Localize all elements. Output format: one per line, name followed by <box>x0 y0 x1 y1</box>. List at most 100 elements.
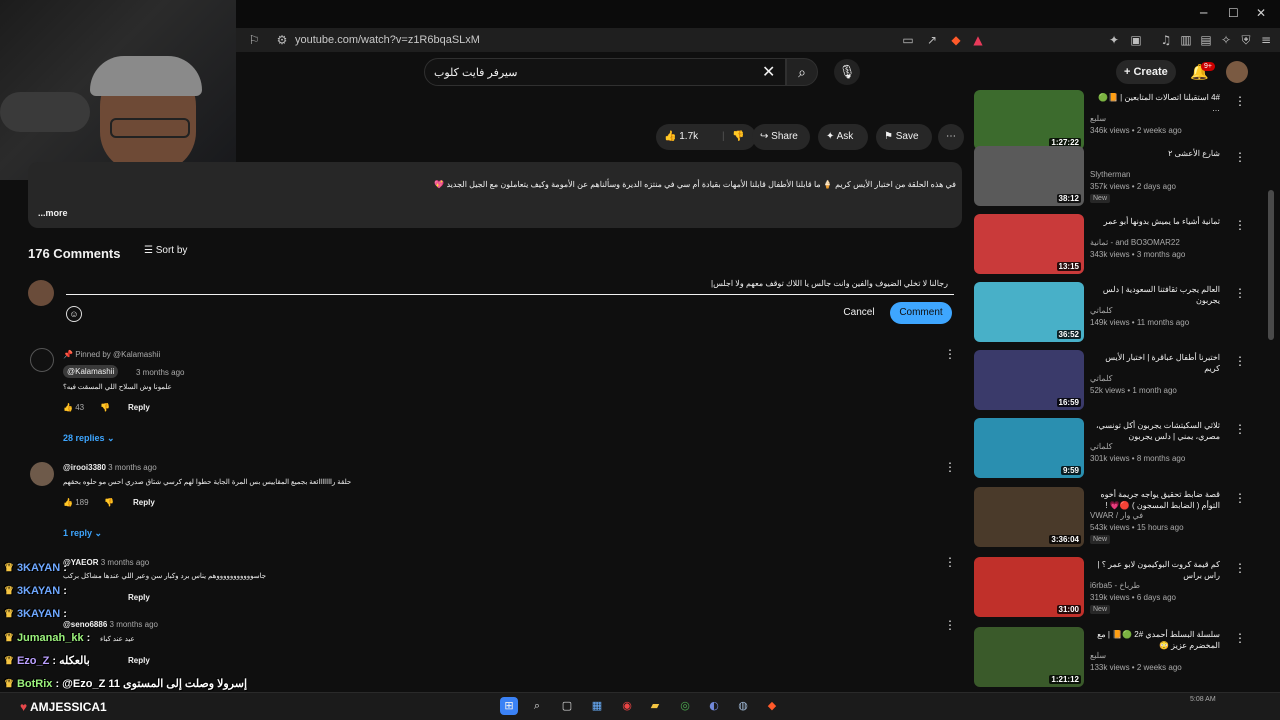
site-info-icon[interactable]: ⚙ <box>274 32 290 48</box>
clear-search-icon[interactable]: ✕ <box>762 62 775 82</box>
video-thumbnail[interactable]: 38:12 <box>974 146 1084 206</box>
page-scrollbar[interactable] <box>1268 190 1274 340</box>
share-button[interactable]: ↪ Share <box>752 124 810 150</box>
video-thumbnail[interactable]: 1:27:22 <box>974 90 1084 150</box>
folder-icon[interactable]: ▰ <box>646 697 664 715</box>
channel-name[interactable]: Slytherman <box>1090 170 1220 179</box>
bookmark-icon[interactable]: ⚐ <box>246 32 262 48</box>
comment-submit-button[interactable]: Comment <box>890 302 952 324</box>
recommended-video[interactable]: 38:12 شارع الأعشى ٢ Slytherman 357k views •… <box>974 146 1274 210</box>
cast-icon[interactable]: ▭ <box>900 32 916 48</box>
video-menu-icon[interactable]: ⋮ <box>1234 354 1246 368</box>
task-view-icon[interactable]: ▢ <box>558 697 576 715</box>
sort-by-button[interactable]: ☰ Sort by <box>144 245 187 256</box>
video-thumbnail[interactable]: 16:59 <box>974 350 1084 410</box>
search-icon[interactable]: ⌕ <box>786 58 818 86</box>
comment-author[interactable]: @Kalamashii <box>63 365 119 378</box>
dislike-button[interactable]: 👎 <box>732 124 744 150</box>
recommended-video[interactable]: 1:27:22 4# استقبلنا اتصالات المتابعين | 📙… <box>974 90 1274 154</box>
video-title[interactable]: كم قيمة كروت البوكيمون لابو عمر ؟ | راس … <box>1090 559 1220 581</box>
screenshot-icon[interactable]: ▣ <box>1128 32 1144 48</box>
comment-dislike-button[interactable]: 👎 <box>104 498 114 507</box>
recommended-video[interactable]: 13:15 ثمانية أشياء ما يميش بدونها أبو عمر… <box>974 214 1274 278</box>
brave-shield-icon[interactable]: ◆ <box>948 32 964 48</box>
save-button[interactable]: ⚑ Save <box>876 124 932 150</box>
channel-name[interactable]: كلماتي <box>1090 306 1220 315</box>
comment-reply-button[interactable]: Reply <box>133 498 155 507</box>
video-menu-icon[interactable]: ⋮ <box>1234 94 1246 108</box>
share-page-icon[interactable]: ↗ <box>924 32 940 48</box>
microphone-icon[interactable]: 🎙 <box>834 59 860 85</box>
video-title[interactable]: ثمانية أشياء ما يميش بدونها أبو عمر <box>1090 216 1220 227</box>
search-input[interactable]: سيرفر فايت كلوب <box>434 66 517 79</box>
windows-start-icon[interactable]: ⊞ <box>500 697 518 715</box>
brave-rewards-icon[interactable]: ▲ <box>970 32 986 48</box>
discord-icon[interactable]: ◐ <box>705 697 723 715</box>
channel-name[interactable]: سلبع <box>1090 651 1220 660</box>
comment-like-button[interactable]: 👍 43 <box>63 403 84 412</box>
create-button[interactable]: + Create <box>1116 60 1176 84</box>
comment-input[interactable]: رجالنا لا تخلي الضيوف والفين وانت جالس ي… <box>66 279 954 295</box>
account-avatar[interactable] <box>1226 61 1248 83</box>
wallet-icon[interactable]: ▤ <box>1198 32 1214 48</box>
video-menu-icon[interactable]: ⋮ <box>1234 218 1246 232</box>
video-thumbnail[interactable]: 31:00 <box>974 557 1084 617</box>
vpn-icon[interactable]: ⛨ <box>1238 32 1254 48</box>
comment-avatar[interactable] <box>30 348 54 372</box>
comment-reply-button[interactable]: Reply <box>128 593 150 602</box>
channel-name[interactable]: كلماتي <box>1090 374 1220 383</box>
minimize-button[interactable]: ─ <box>1200 6 1207 20</box>
emoji-icon[interactable]: ☺ <box>66 306 82 322</box>
video-menu-icon[interactable]: ⋮ <box>1234 491 1246 505</box>
recommended-video[interactable]: 16:59 اختبرنا أطفال عباقرة | اختبار الأيس… <box>974 350 1274 414</box>
video-thumbnail[interactable]: 36:52 <box>974 282 1084 342</box>
close-window-button[interactable]: ✕ <box>1256 6 1266 20</box>
comment-author[interactable]: @YAEOR <box>63 558 99 567</box>
video-title[interactable]: سلسلة البسلط أحمدي #2 🟢📙 | مع المخضرم عز… <box>1090 629 1220 651</box>
description-more-link[interactable]: ...more <box>38 208 68 218</box>
recommended-video[interactable]: 3:36:04 قصة ضابط تحقيق يواجه جريمة أخوه ا… <box>974 487 1274 551</box>
channel-name[interactable]: i6rba5 - طرباخ <box>1090 581 1220 590</box>
description-box[interactable] <box>28 162 962 228</box>
leo-icon[interactable]: ✧ <box>1218 32 1234 48</box>
recommended-video[interactable]: 1:21:12 سلسلة البسلط أحمدي #2 🟢📙 | مع الم… <box>974 627 1274 691</box>
video-title[interactable]: شارع الأعشى ٢ <box>1090 148 1220 159</box>
comment-time[interactable]: 3 months ago <box>101 558 149 567</box>
comment-reply-button[interactable]: Reply <box>128 403 150 412</box>
comment-time[interactable]: 3 months ago <box>110 620 158 629</box>
video-title[interactable]: العالم يجرب ثقافتنا السعودية | دلس يجربو… <box>1090 284 1220 306</box>
comment-like-button[interactable]: 👍 189 <box>63 498 89 507</box>
maximize-button[interactable]: ☐ <box>1228 6 1239 20</box>
video-title[interactable]: ثلاثي السكيتشات يجربون أكل تونسي، مصري، … <box>1090 420 1220 442</box>
video-thumbnail[interactable]: 9:59 <box>974 418 1084 478</box>
brave-icon[interactable]: ◆ <box>763 697 781 715</box>
recommended-video[interactable]: 9:59 ثلاثي السكيتشات يجربون أكل تونسي، مص… <box>974 418 1274 482</box>
video-thumbnail[interactable]: 1:21:12 <box>974 627 1084 687</box>
obs-icon[interactable]: ◉ <box>618 697 636 715</box>
sidebar-icon[interactable]: ▥ <box>1178 32 1194 48</box>
video-title[interactable]: 4# استقبلنا اتصالات المتابعين | 📙🟢 … <box>1090 92 1220 114</box>
video-menu-icon[interactable]: ⋮ <box>1234 561 1246 575</box>
url-text[interactable]: youtube.com/watch?v=z1R6bqaSLxM <box>295 34 480 46</box>
comment-menu-icon[interactable]: ⋮ <box>944 618 956 632</box>
comment-time[interactable]: 3 months ago <box>108 463 156 472</box>
video-thumbnail[interactable]: 13:15 <box>974 214 1084 274</box>
channel-name[interactable]: سلبع <box>1090 114 1220 123</box>
view-replies-button[interactable]: 1 reply ⌄ <box>63 528 102 539</box>
video-title[interactable]: قصة ضابط تحقيق يواجه جريمة أخوه التوأم (… <box>1090 489 1220 511</box>
comment-author[interactable]: @seno6886 <box>63 620 107 629</box>
comment-reply-button[interactable]: Reply <box>128 656 150 665</box>
channel-name[interactable]: VWAR / في وار <box>1090 511 1220 520</box>
ask-button[interactable]: ✦ Ask <box>818 124 868 150</box>
video-menu-icon[interactable]: ⋮ <box>1234 150 1246 164</box>
comment-time[interactable]: 3 months ago <box>136 368 184 377</box>
comment-menu-icon[interactable]: ⋮ <box>944 555 956 569</box>
media-icon[interactable]: ♫ <box>1158 32 1174 48</box>
extensions-icon[interactable]: ✦ <box>1106 32 1122 48</box>
recommended-video[interactable]: 31:00 كم قيمة كروت البوكيمون لابو عمر ؟ |… <box>974 557 1274 621</box>
video-title[interactable]: اختبرنا أطفال عباقرة | اختبار الأيس كريم <box>1090 352 1220 374</box>
comment-avatar[interactable] <box>30 462 54 486</box>
channel-name[interactable]: ثمانية - and BO3OMAR22 <box>1090 238 1220 247</box>
chrome-icon[interactable]: ◎ <box>676 697 694 715</box>
more-actions-icon[interactable]: ⋯ <box>938 124 964 150</box>
